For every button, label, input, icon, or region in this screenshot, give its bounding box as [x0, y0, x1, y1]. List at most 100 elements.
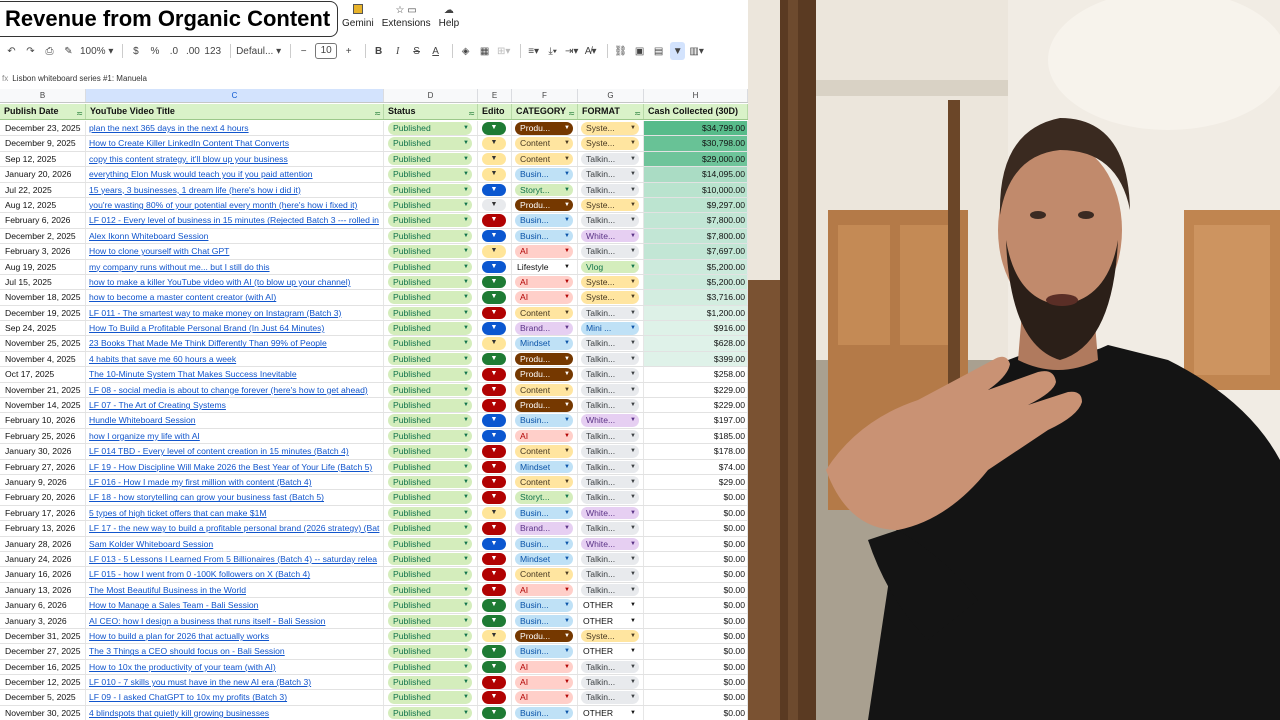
link-icon[interactable]: ⛓ — [613, 42, 628, 60]
column-letter-b[interactable]: B — [0, 89, 86, 102]
cell-video-title[interactable]: The Most Beautiful Business in the World — [86, 582, 384, 598]
cell-cash-collected[interactable]: $628.00 — [644, 336, 748, 351]
video-title-link[interactable]: 15 years, 3 businesses, 1 dream life (he… — [89, 185, 301, 195]
zoom-select[interactable]: 100% ▾ — [80, 42, 113, 60]
cell-video-title[interactable]: Hundle Whiteboard Session — [86, 413, 384, 428]
status-chip[interactable]: Published ▼ — [388, 629, 472, 643]
editor-chip[interactable]: ▼ — [482, 706, 506, 720]
cell-cash-collected[interactable]: $178.00 — [644, 444, 748, 459]
editor-chip[interactable]: ▼ — [482, 198, 506, 212]
header-format[interactable]: FORMAT ≂ — [578, 104, 644, 119]
formula-bar[interactable]: fx Lisbon whiteboard series #1: Manuela — [0, 70, 748, 86]
status-chip[interactable]: Published ▼ — [388, 429, 472, 443]
video-title-link[interactable]: copy this content strategy, it'll blow u… — [89, 154, 288, 164]
cell-cash-collected[interactable]: $29.00 — [644, 474, 748, 490]
format-chip[interactable]: Talkin... ▼ — [581, 522, 639, 535]
cell-cash-collected[interactable]: $229.00 — [644, 382, 748, 398]
cell-video-title[interactable]: LF 09 - I asked ChatGPT to 10x my profit… — [86, 690, 384, 705]
editor-chip[interactable]: ▼ — [482, 445, 506, 458]
cell-video-title[interactable]: LF 013 - 5 Lessons I Learned From 5 Bill… — [86, 551, 384, 567]
status-chip[interactable]: Published ▼ — [388, 152, 472, 166]
status-chip[interactable]: Published ▼ — [388, 599, 472, 612]
category-chip[interactable]: Mindset ▼ — [515, 337, 573, 350]
category-chip[interactable]: Busin... ▼ — [515, 229, 573, 243]
editor-chip[interactable]: ▼ — [482, 399, 506, 412]
video-title-link[interactable]: 23 Books That Made Me Think Differently … — [89, 338, 327, 348]
video-title-link[interactable]: LF 18 - how storytelling can grow your b… — [89, 492, 324, 502]
format-chip[interactable]: Syste... ▼ — [581, 122, 639, 135]
status-chip[interactable]: Published ▼ — [388, 537, 472, 551]
category-chip[interactable]: Mindset ▼ — [515, 552, 573, 566]
status-chip[interactable]: Published ▼ — [388, 306, 472, 320]
cell-cash-collected[interactable]: $3,716.00 — [644, 290, 748, 305]
cell-cash-collected[interactable]: $5,200.00 — [644, 274, 748, 290]
editor-chip[interactable]: ▼ — [482, 568, 506, 581]
category-chip[interactable]: Mindset ▼ — [515, 460, 573, 474]
bold-icon[interactable]: B — [371, 42, 386, 60]
format-chip[interactable]: White... ▼ — [581, 537, 639, 551]
header-publish-date[interactable]: Publish Date ≂ — [0, 104, 86, 119]
increase-decimal-button[interactable]: .00 — [185, 42, 200, 60]
cell-video-title[interactable]: How To Build a Profitable Personal Brand… — [86, 321, 384, 336]
video-title-link[interactable]: LF 17 - the new way to build a profitabl… — [89, 523, 379, 533]
cell-video-title[interactable]: Alex Ikonn Whiteboard Session — [86, 228, 384, 244]
editor-chip[interactable]: ▼ — [482, 599, 506, 612]
category-chip[interactable]: Storyt... ▼ — [515, 491, 573, 504]
category-chip[interactable]: Produ... ▼ — [515, 352, 573, 366]
status-chip[interactable]: Published ▼ — [388, 614, 472, 627]
cell-cash-collected[interactable]: $258.00 — [644, 367, 748, 382]
filter-icon[interactable]: ≂ — [76, 106, 83, 119]
cell-video-title[interactable]: LF 010 - 7 skills you must have in the n… — [86, 675, 384, 690]
status-chip[interactable]: Published ▼ — [388, 568, 472, 581]
percent-button[interactable]: % — [147, 42, 162, 60]
cell-video-title[interactable]: How to clone yourself with Chat GPT — [86, 244, 384, 259]
cell-video-title[interactable]: The 10-Minute System That Makes Success … — [86, 367, 384, 382]
cell-cash-collected[interactable]: $0.00 — [644, 690, 748, 705]
status-chip[interactable]: Published ▼ — [388, 322, 472, 335]
redo-icon[interactable]: ↷ — [23, 42, 38, 60]
video-title-link[interactable]: my company runs without me... but I stil… — [89, 262, 270, 272]
format-chip[interactable]: Talkin... ▼ — [581, 475, 639, 489]
cell-video-title[interactable]: LF 19 - How Discipline Will Make 2026 th… — [86, 459, 384, 474]
header-status[interactable]: Status ≂ — [384, 104, 478, 119]
video-title-link[interactable]: How to Manage a Sales Team - Bali Sessio… — [89, 600, 258, 610]
status-chip[interactable]: Published ▼ — [388, 352, 472, 366]
cell-cash-collected[interactable]: $197.00 — [644, 413, 748, 428]
text-color-icon[interactable]: A — [428, 42, 443, 60]
video-title-link[interactable]: how to become a master content creator (… — [89, 292, 276, 302]
editor-chip[interactable]: ▼ — [482, 691, 506, 704]
status-chip[interactable]: Published ▼ — [388, 198, 472, 212]
format-chip[interactable]: Syste... ▼ — [581, 137, 639, 150]
editor-chip[interactable]: ▼ — [482, 506, 506, 520]
cell-publish-date[interactable]: January 6, 2026 — [0, 598, 86, 613]
category-chip[interactable]: Busin... ▼ — [515, 614, 573, 627]
filter-views-icon[interactable]: ▥▾ — [689, 42, 704, 60]
cell-publish-date[interactable]: February 17, 2026 — [0, 505, 86, 521]
cell-video-title[interactable]: LF 012 - Every level of business in 15 m… — [86, 213, 384, 228]
status-chip[interactable]: Published ▼ — [388, 445, 472, 458]
category-chip[interactable]: Content ▼ — [515, 568, 573, 581]
category-chip[interactable]: Produ... ▼ — [515, 368, 573, 381]
video-title-link[interactable]: Alex Ikonn Whiteboard Session — [89, 231, 208, 241]
cell-cash-collected[interactable]: $9,297.00 — [644, 197, 748, 213]
video-title-link[interactable]: LF 016 - How I made my first million wit… — [89, 477, 312, 487]
cell-publish-date[interactable]: Jul 22, 2025 — [0, 182, 86, 197]
format-chip[interactable]: Talkin... ▼ — [581, 460, 639, 474]
cell-publish-date[interactable]: December 31, 2025 — [0, 628, 86, 644]
format-chip[interactable]: Talkin... ▼ — [581, 445, 639, 458]
fill-color-icon[interactable]: ◈ — [458, 42, 473, 60]
video-title-link[interactable]: Sam Kolder Whiteboard Session — [89, 539, 213, 549]
category-chip[interactable]: AI ▼ — [515, 583, 573, 597]
category-chip[interactable]: Brand... ▼ — [515, 322, 573, 335]
editor-chip[interactable]: ▼ — [482, 168, 506, 181]
format-chip[interactable]: Talkin... ▼ — [581, 368, 639, 381]
cell-publish-date[interactable]: December 19, 2025 — [0, 305, 86, 321]
category-chip[interactable]: AI ▼ — [515, 275, 573, 289]
text-wrap-icon[interactable]: ⇥▾ — [564, 42, 579, 60]
editor-chip[interactable]: ▼ — [482, 676, 506, 689]
editor-chip[interactable]: ▼ — [482, 614, 506, 627]
column-letter-f[interactable]: F — [512, 89, 578, 102]
cell-publish-date[interactable]: December 27, 2025 — [0, 644, 86, 659]
cell-cash-collected[interactable]: $10,000.00 — [644, 182, 748, 197]
filter-icon[interactable]: ≂ — [634, 106, 641, 119]
